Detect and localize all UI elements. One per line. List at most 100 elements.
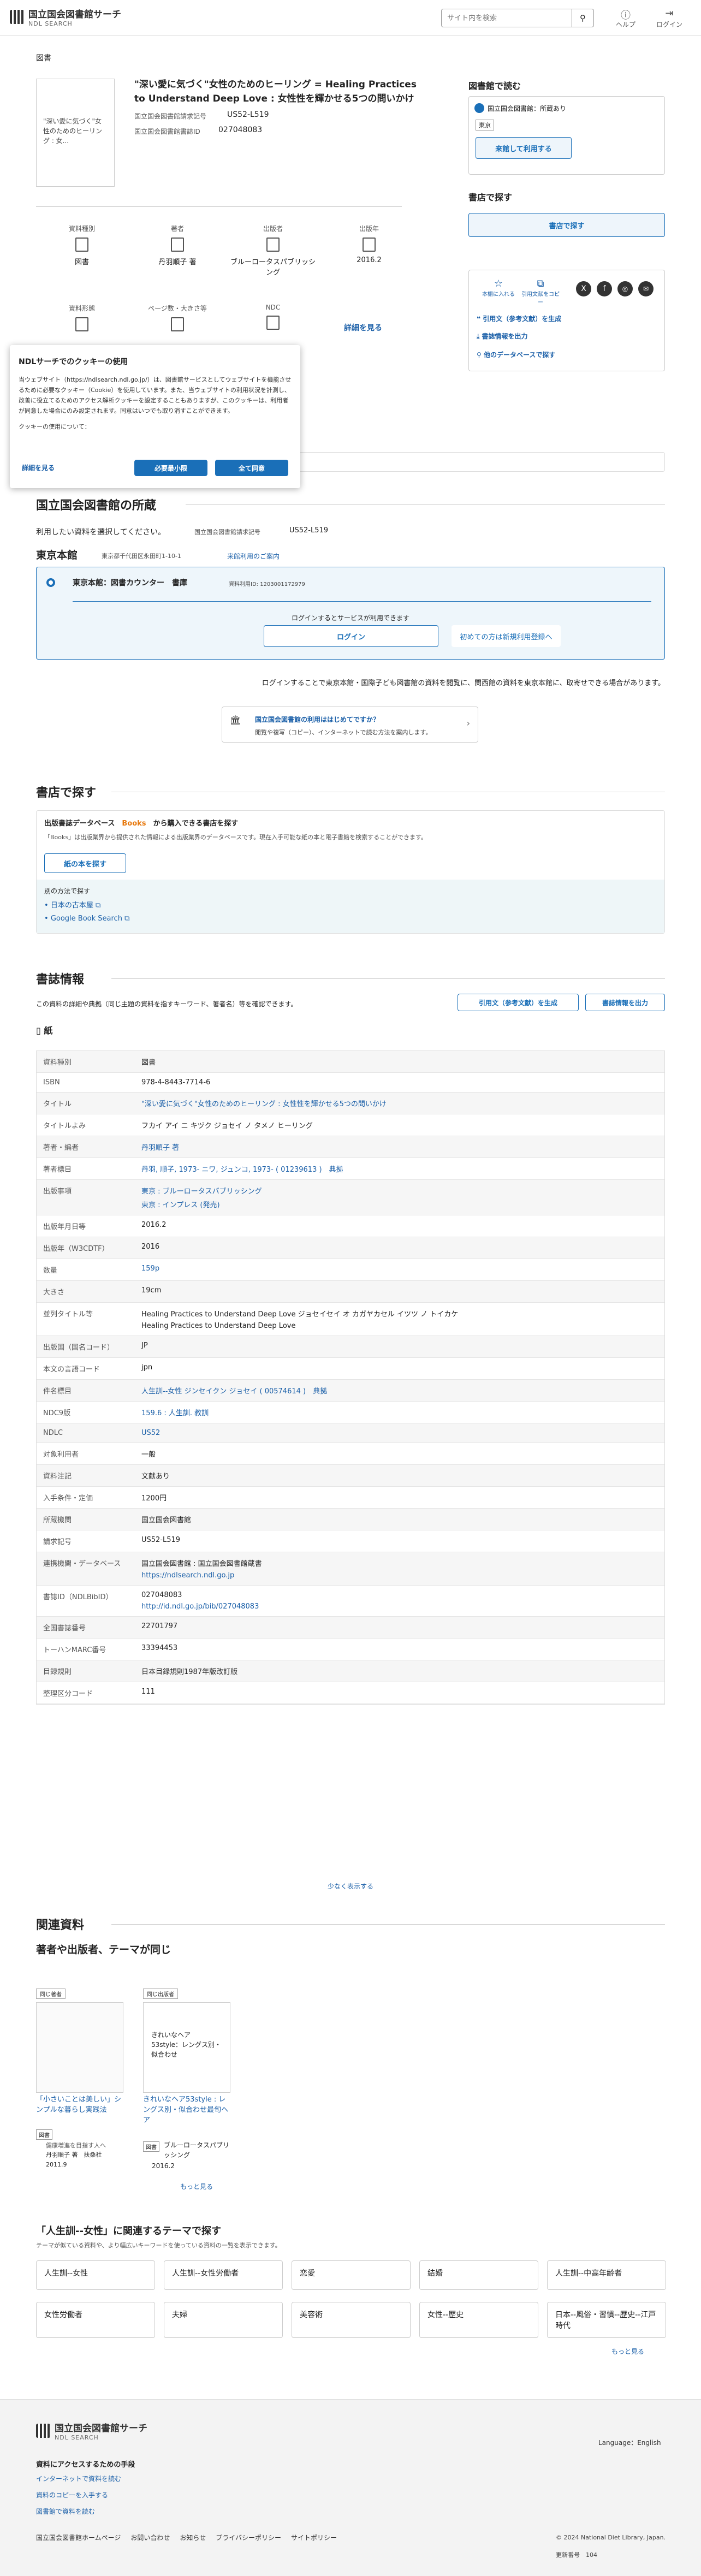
tokyo-address: 東京都千代田区永田町1-10-1	[102, 553, 181, 560]
facet-year: 出版年 2016.2	[357, 225, 382, 264]
copy-cite-button[interactable]: ⧉ 引用文献をコピー	[521, 278, 560, 306]
row-value: 2016	[135, 1237, 664, 1259]
related-title-1[interactable]: 「小さいことは美しい」シンプルな暮らし実践法	[36, 2094, 123, 2115]
counter-label: 東京本館：図書カウンター 書庫	[73, 579, 187, 587]
facebook-icon[interactable]: f	[597, 281, 612, 296]
theme-item[interactable]: 女性労働者	[36, 2302, 155, 2338]
related-item-1[interactable]: 同じ著者	[36, 1989, 123, 2098]
row-value-line[interactable]: 丹羽, 順子, 1973- ニワ, ジュンコ, 1973- ( 01239613…	[141, 1164, 658, 1174]
paper-book-button[interactable]: 紙の本を探す	[44, 853, 126, 873]
table-row: NDLC US52	[37, 1423, 664, 1443]
cookie-banner: NDLサーチでのクッキーの使用 当ウェブサイト（https://ndlsearc…	[10, 345, 300, 488]
first-time-box[interactable]: 🏛 国立国会図書館の利用ははじめてですか？ 閲覧や複写（コピー）、インターネット…	[222, 707, 478, 743]
guide-link[interactable]: 来館利用のご案内	[227, 551, 280, 561]
ndl-logo-icon	[10, 10, 24, 24]
row-value: JP	[135, 1336, 664, 1357]
visit-use-button[interactable]: 来館して利用する	[476, 137, 572, 159]
row-value-line[interactable]: http://id.ndl.go.jp/bib/027048083	[141, 1602, 658, 1611]
row-value-line[interactable]: 丹羽順子 著	[141, 1142, 658, 1152]
theme-item[interactable]: 恋愛	[292, 2260, 411, 2290]
book-thumbnail: "深い愛に気づく"女性のためのヒーリング : 女...	[36, 79, 115, 187]
shop-search-button[interactable]: 書店で探す	[468, 213, 665, 237]
cite-link[interactable]: ❝ 引用文（参考文献）を生成	[477, 314, 561, 323]
theme-item[interactable]: 人生訓--女性	[36, 2260, 155, 2290]
row-value: Healing Practices to Understand Deep Lov…	[135, 1303, 664, 1336]
language-link[interactable]: Language：English	[598, 2438, 661, 2447]
chevron-right-icon: ›	[466, 718, 470, 728]
show-less-link[interactable]: 少なく表示する	[0, 1881, 701, 1891]
counter-radio[interactable]	[46, 578, 55, 587]
table-row: 大きさ 19cm	[37, 1281, 664, 1303]
row-value: "深い愛に気づく"女性のためのヒーリング : 女性性を輝かせる5つの問いかけ	[135, 1093, 664, 1114]
row-value: 159p	[135, 1259, 664, 1280]
related-item-2[interactable]: 同じ出版者 きれいなヘア 53style：レングス別・似合わせ	[143, 1989, 230, 2098]
table-row: 出版年（W3CDTF） 2016	[37, 1237, 664, 1259]
holdings-title: 国立国会図書館の所蔵	[36, 499, 157, 513]
footer-link-2[interactable]: 資料のコピーを入手する	[36, 2490, 108, 2500]
logo-title: 国立国会図書館サーチ	[28, 9, 121, 20]
row-value-line: 1200円	[141, 1494, 167, 1503]
row-value: 国立国会図書館 : 国立国会図書館蔵書 https://ndlsearch.ndl…	[135, 1552, 664, 1585]
row-value: 国立国会図書館	[135, 1509, 664, 1530]
theme-item[interactable]: 女性--歴史	[419, 2302, 538, 2338]
row-value-line[interactable]: https://ndlsearch.ndl.go.jp	[141, 1571, 658, 1580]
kosho-link[interactable]: • 日本の古本屋 ⧉	[44, 899, 100, 910]
calendar-icon	[363, 238, 376, 252]
bib-cite-button[interactable]: 引用文（参考文献）を生成	[458, 994, 579, 1011]
theme-item[interactable]: 夫婦	[164, 2302, 283, 2338]
row-value-line[interactable]: 東京 : インプレス (発売)	[141, 1199, 658, 1209]
search-input[interactable]	[442, 9, 572, 27]
row-value-line[interactable]: 東京 : ブルーロータスパブリッシング	[141, 1185, 658, 1196]
table-row: 出版国（国名コード） JP	[37, 1336, 664, 1358]
row-value-line: US52-L519	[141, 1536, 181, 1544]
cookie-accept-button[interactable]: 全て同意	[215, 460, 288, 476]
theme-item[interactable]: 日本--風俗・習慣--歴史--江戸時代	[547, 2302, 666, 2338]
site-logo[interactable]: 国立国会図書館サーチ NDL SEARCH	[10, 7, 121, 27]
register-button[interactable]: 初めての方は新規利用登録へ	[452, 625, 561, 647]
footer-logo[interactable]: 国立国会図書館サーチ NDL SEARCH	[36, 2420, 147, 2441]
more-detail-link[interactable]: 詳細を見る	[344, 322, 382, 333]
row-value-line[interactable]: 159.6 : 人生訓. 教訓	[141, 1407, 658, 1417]
row-value-line: 2016.2	[141, 1221, 167, 1229]
table-row: 整理区分コード 111	[37, 1682, 664, 1704]
related-more-link[interactable]: もっと見る	[180, 2182, 213, 2191]
row-value: 19cm	[135, 1281, 664, 1302]
row-value-line: Healing Practices to Understand Deep Lov…	[141, 1322, 296, 1330]
row-value-line: 22701797	[141, 1622, 178, 1630]
table-row: 出版事項 東京 : ブルーロータスパブリッシング 東京 : インプレス (発売)	[37, 1180, 664, 1215]
bookshelf-button[interactable]: ☆ 本棚に入れる	[482, 278, 515, 298]
footer-link-3[interactable]: 図書館で資料を読む	[36, 2507, 95, 2516]
bib-export-button[interactable]: 書誌情報を出力	[585, 994, 665, 1011]
theme-item[interactable]: 結婚	[419, 2260, 538, 2290]
cookie-detail-link[interactable]: 詳細を見る	[22, 463, 55, 472]
related-title-2[interactable]: きれいなヘア53style : レングス別・似合わせ最旬ヘア	[143, 2094, 230, 2126]
line-icon[interactable]: ◎	[617, 281, 633, 296]
row-value-line: Healing Practices to Understand Deep Lov…	[141, 1310, 459, 1319]
facet-form: 資料形態	[55, 304, 109, 336]
themes-more-link[interactable]: もっと見る	[611, 2347, 644, 2356]
holdings-login-button[interactable]: ログイン	[264, 625, 438, 647]
search-box: ⚲	[441, 9, 594, 27]
login-button[interactable]: ⇥ ログイン	[653, 8, 686, 29]
x-share-icon[interactable]: X	[576, 281, 591, 296]
theme-item[interactable]: 人生訓--中高年齢者	[547, 2260, 666, 2290]
row-value: 33394453	[135, 1639, 664, 1660]
help-button[interactable]: ⓘ ヘルプ	[609, 8, 642, 29]
row-value-line[interactable]: 人生訓--女性 ジンセイクン ジョセイ ( 00574614 ) 典拠	[141, 1385, 658, 1396]
row-value-line[interactable]: 159p	[141, 1265, 658, 1273]
footer-link-1[interactable]: インターネットで資料を読む	[36, 2474, 121, 2483]
theme-item[interactable]: 美容術	[292, 2302, 411, 2338]
login-note: ログインするとサービスが利用できます	[291, 614, 409, 622]
otherdb-link[interactable]: ⚲ 他のデータベースで探す	[477, 350, 555, 359]
mail-icon[interactable]: ✉	[638, 281, 654, 296]
table-row: 目録規則 日本目録規則1987年版改訂版	[37, 1660, 664, 1682]
search-icon[interactable]: ⚲	[572, 9, 593, 27]
cookie-necessary-button[interactable]: 必要最小限	[134, 460, 207, 476]
export-link[interactable]: ⤓ 書誌情報を出力	[477, 331, 528, 341]
row-value-line[interactable]: "深い愛に気づく"女性のためのヒーリング : 女性性を輝かせる5つの問いかけ	[141, 1098, 658, 1108]
ndl-icon	[474, 103, 484, 113]
row-value-line[interactable]: US52	[141, 1429, 658, 1437]
theme-item[interactable]: 人生訓--女性労働者	[164, 2260, 283, 2290]
row-key: 大きさ	[43, 1289, 65, 1297]
google-books-link[interactable]: • Google Book Search ⧉	[44, 915, 129, 923]
